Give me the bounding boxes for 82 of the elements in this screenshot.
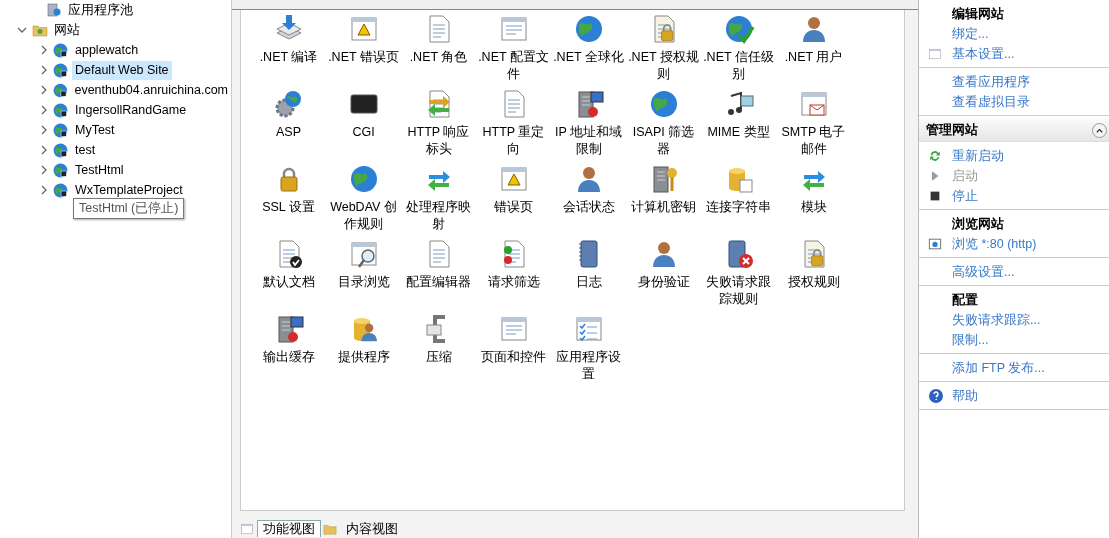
feature-label[interactable]: 连接字符串 — [702, 199, 775, 216]
action-link[interactable]: 限制... — [952, 331, 989, 349]
view-tab[interactable]: 内容视图 — [340, 520, 404, 537]
feature-label[interactable]: 计算机密钥 — [627, 199, 700, 216]
globe-icon — [52, 121, 69, 139]
feature-label[interactable]: 压缩 — [402, 349, 475, 366]
tree-item[interactable]: 网站 — [51, 20, 83, 40]
globe-icon — [52, 141, 69, 159]
feature-label[interactable]: 身份验证 — [627, 274, 700, 291]
action-link[interactable]: 绑定... — [952, 25, 989, 43]
feature-label[interactable]: .NET 错误页 — [327, 49, 400, 66]
feature-label[interactable]: ASP — [252, 124, 325, 141]
feature-label[interactable]: SMTP 电子邮件 — [777, 124, 850, 158]
feature-label[interactable]: 日志 — [552, 274, 625, 291]
stop-icon — [928, 189, 942, 203]
feature-label[interactable]: 配置编辑器 — [402, 274, 475, 291]
feature-label[interactable]: 处理程序映射 — [402, 199, 475, 233]
tree-item[interactable]: test — [72, 140, 99, 160]
feature-label[interactable]: SSL 设置 — [252, 199, 325, 216]
feature-label[interactable]: HTTP 响应标头 — [402, 124, 475, 158]
window-icon — [928, 47, 942, 61]
browser-icon — [928, 237, 942, 251]
action-link[interactable]: 查看应用程序 — [952, 73, 1030, 91]
action-link[interactable]: 查看虚拟目录 — [952, 93, 1030, 111]
tree-item[interactable]: WxTemplateProject — [72, 180, 186, 200]
section-title: 配置 — [952, 291, 978, 309]
action-link[interactable]: 高级设置... — [952, 263, 1015, 281]
globe-icon — [51, 81, 69, 99]
globe-icon — [52, 41, 69, 59]
tree-item[interactable]: TestHtml — [72, 160, 127, 180]
feature-label[interactable]: 会话状态 — [552, 199, 625, 216]
feature-label[interactable]: .NET 全球化 — [552, 49, 625, 66]
feature-label[interactable]: 页面和控件 — [477, 349, 550, 366]
help-icon — [928, 388, 944, 404]
collapse-button[interactable] — [1092, 122, 1107, 138]
section-title: 浏览网站 — [952, 215, 1004, 233]
feature-label[interactable]: .NET 角色 — [402, 49, 475, 66]
feature-label[interactable]: .NET 配置文件 — [477, 49, 550, 83]
feature-label[interactable]: 应用程序设置 — [552, 349, 625, 383]
folder-icon — [32, 22, 48, 38]
feature-label[interactable]: IP 地址和域限制 — [552, 124, 625, 158]
tree-item[interactable]: applewatch — [72, 40, 142, 60]
feature-label[interactable]: MIME 类型 — [702, 124, 775, 141]
tree-item[interactable]: eventhub04.anruichina.com — [71, 80, 231, 100]
feature-label[interactable]: HTTP 重定向 — [477, 124, 550, 158]
feature-label[interactable]: WebDAV 创作规则 — [327, 199, 400, 233]
feature-label[interactable]: .NET 授权规则 — [627, 49, 700, 83]
feature-label[interactable]: 授权规则 — [777, 274, 850, 291]
globe-icon — [52, 161, 69, 179]
globe-icon — [52, 101, 69, 119]
feature-label[interactable]: CGI — [327, 124, 400, 141]
globe-icon — [52, 61, 69, 79]
feature-label[interactable]: 输出缓存 — [252, 349, 325, 366]
action-link[interactable]: 添加 FTP 发布... — [952, 359, 1045, 377]
action-link[interactable]: 帮助 — [952, 387, 978, 405]
feature-label[interactable]: .NET 用户 — [777, 49, 850, 66]
restart-arrows-icon — [928, 149, 942, 163]
feature-label[interactable]: .NET 信任级别 — [702, 49, 775, 83]
feature-label[interactable]: 失败请求跟踪规则 — [702, 274, 775, 308]
feature-label[interactable]: .NET 编译 — [252, 49, 325, 66]
tree-item[interactable]: 应用程序池 — [65, 0, 136, 20]
feature-label[interactable]: 提供程序 — [327, 349, 400, 366]
action-link[interactable]: 失败请求跟踪... — [952, 311, 1041, 329]
section-title: 编辑网站 — [952, 5, 1004, 23]
action-link[interactable]: 基本设置... — [952, 45, 1015, 63]
action-link[interactable]: 浏览 *:80 (http) — [952, 235, 1037, 253]
tree-item[interactable]: MyTest — [72, 120, 118, 140]
feature-label[interactable]: 目录浏览 — [327, 274, 400, 291]
action-link[interactable]: 重新启动 — [952, 147, 1004, 165]
section-title: 管理网站 — [926, 121, 978, 139]
feature-label[interactable]: 默认文档 — [252, 274, 325, 291]
feature-label[interactable]: 请求筛选 — [477, 274, 550, 291]
feature-label[interactable]: 错误页 — [477, 199, 550, 216]
tree-item[interactable]: IngersollRandGame — [72, 100, 190, 120]
server-icon — [46, 2, 62, 18]
tooltip: TestHtml (已停止) — [73, 198, 185, 219]
tree-item[interactable]: Default Web Site — [72, 60, 172, 80]
globe-icon — [52, 181, 69, 199]
feature-label[interactable]: 模块 — [777, 199, 850, 216]
feature-label[interactable]: ISAPI 筛选器 — [627, 124, 700, 158]
view-tab[interactable]: 功能视图 — [257, 520, 321, 537]
action-link[interactable]: 停止 — [952, 187, 978, 205]
